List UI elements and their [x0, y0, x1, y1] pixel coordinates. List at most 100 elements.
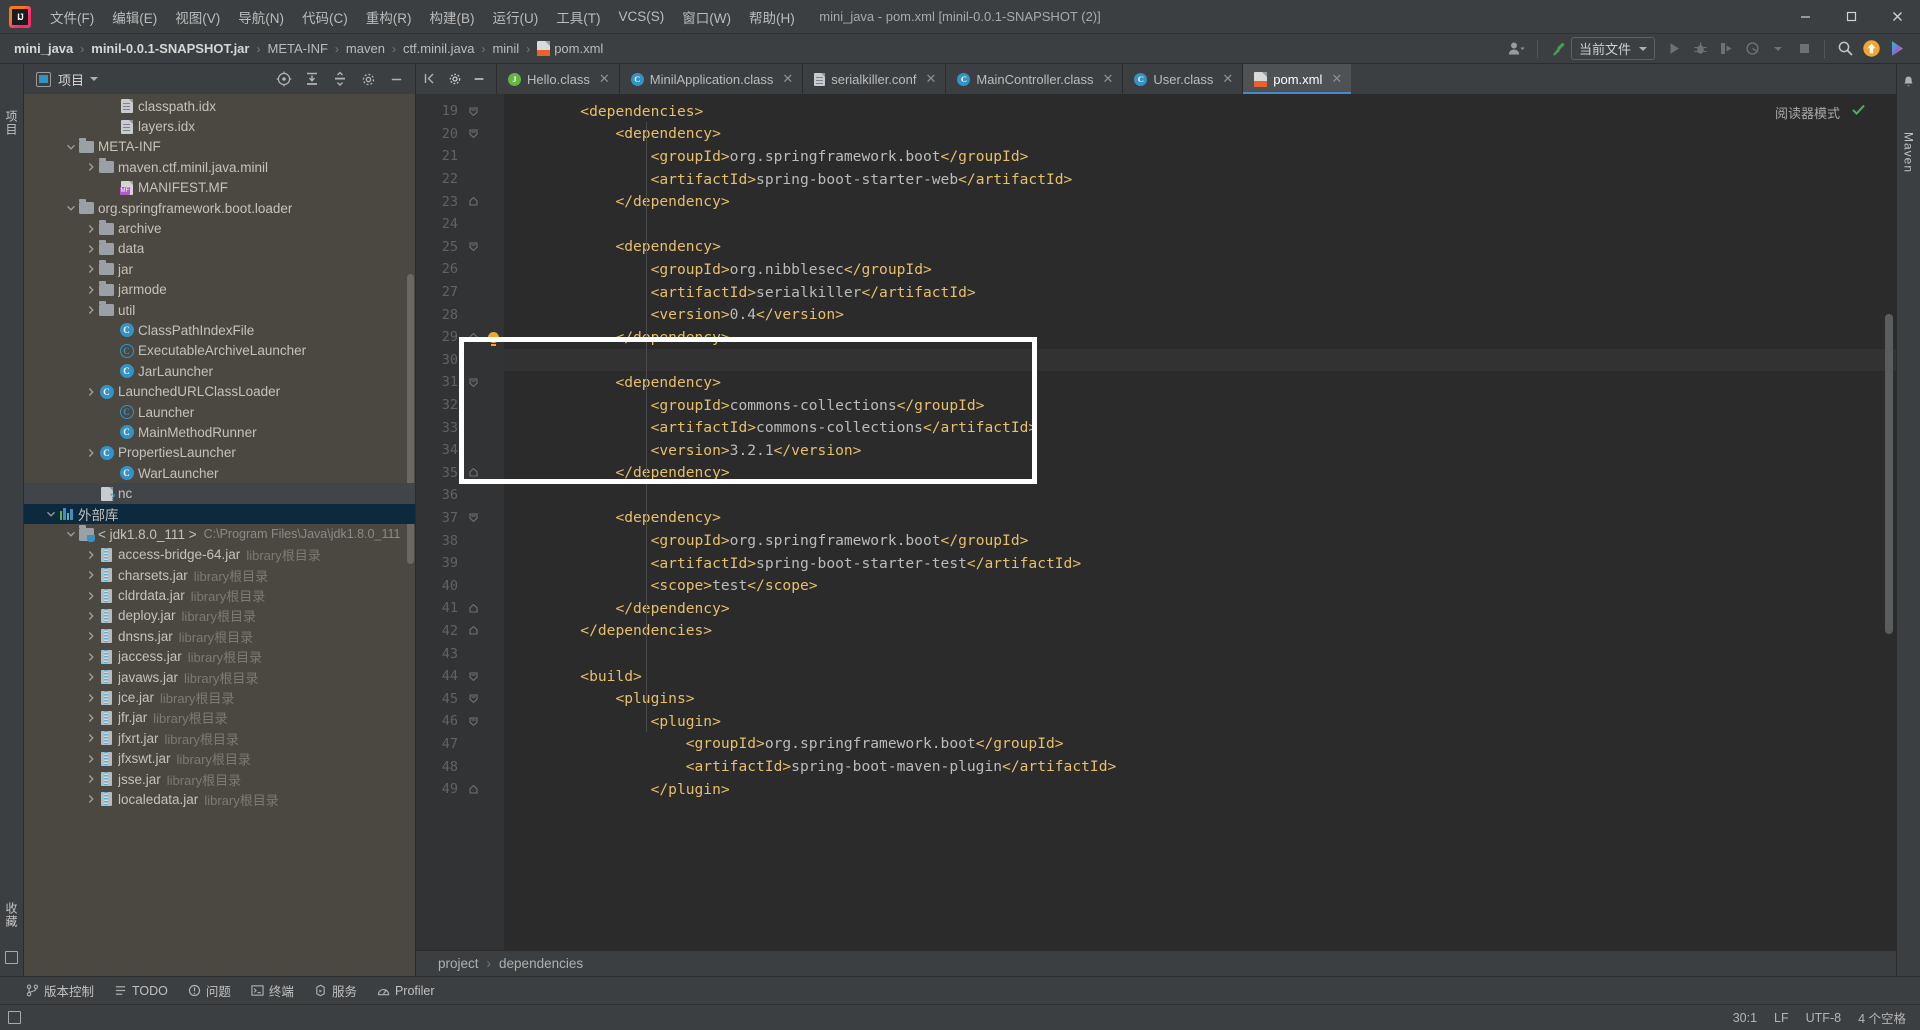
- close-button[interactable]: [1874, 0, 1920, 34]
- project-scope-chevron-icon[interactable]: [84, 67, 104, 91]
- tree-item[interactable]: C ClassPathIndexFile: [24, 320, 415, 340]
- tree-item[interactable]: C WarLauncher: [24, 463, 415, 483]
- chevron-right-icon[interactable]: [84, 652, 98, 662]
- run-button[interactable]: [1661, 37, 1687, 61]
- debug-button[interactable]: [1687, 37, 1713, 61]
- chevron-down-icon[interactable]: [64, 529, 78, 539]
- code-fold-icon[interactable]: [462, 603, 484, 614]
- breadcrumb-item-1[interactable]: minil-0.0.1-SNAPSHOT.jar: [91, 41, 249, 56]
- editor-viewport[interactable]: 19 20 21 22 23 24 25 26 27 28 29 30 31 32 33 34 35 36 37 38…: [416, 94, 1896, 950]
- code-line[interactable]: [504, 213, 1896, 236]
- code-line[interactable]: <artifactId> serialkiller </artifactId>: [504, 281, 1896, 304]
- code-line[interactable]: </plugin>: [504, 778, 1896, 801]
- chevron-right-icon[interactable]: [84, 305, 98, 315]
- tree-item[interactable]: < jdk1.8.0_111 > C:\Program Files\Java\jd…: [24, 524, 415, 544]
- editor-gutter[interactable]: 19 20 21 22 23 24 25 26 27 28 29 30 31 32 33 34 35 36 37 38…: [416, 94, 504, 950]
- editor-tab-pom-xml[interactable]: pom.xml ✕: [1242, 64, 1352, 94]
- code-line[interactable]: <plugins>: [504, 687, 1896, 710]
- editor-breadcrumb-item[interactable]: dependencies: [499, 956, 583, 971]
- file-encoding[interactable]: UTF-8: [1806, 1011, 1841, 1025]
- code-line[interactable]: [504, 348, 1896, 372]
- tree-item[interactable]: jaccess.jar library根目录: [24, 647, 415, 667]
- editor-tab-user-class[interactable]: C User.class ✕: [1122, 64, 1243, 94]
- code-line[interactable]: [504, 484, 1896, 507]
- ai-assistant-icon[interactable]: [1884, 37, 1910, 61]
- breadcrumb-item-3[interactable]: maven: [346, 41, 385, 56]
- run-with-coverage-button[interactable]: [1713, 37, 1739, 61]
- breadcrumb-item-6[interactable]: pom.xml: [537, 41, 603, 56]
- chevron-right-icon[interactable]: [84, 387, 98, 397]
- tree-item[interactable]: deploy.jar library根目录: [24, 606, 415, 626]
- expand-all-icon[interactable]: [299, 67, 325, 91]
- code-line[interactable]: <artifactId> spring-boot-starter-test </ar…: [504, 552, 1896, 575]
- code-line[interactable]: <artifactId> commons-collections </artifac…: [504, 416, 1896, 439]
- chevron-right-icon[interactable]: [84, 693, 98, 703]
- code-line[interactable]: <groupId> org.springframework.boot </group…: [504, 733, 1896, 756]
- reader-mode-label[interactable]: 阅读器模式: [1775, 103, 1840, 122]
- select-opened-file-icon[interactable]: [271, 67, 297, 91]
- code-line[interactable]: <dependency>: [504, 123, 1896, 146]
- menu-file[interactable]: 文件(F): [41, 3, 103, 31]
- line-separator[interactable]: LF: [1774, 1011, 1789, 1025]
- chevron-right-icon[interactable]: [84, 570, 98, 580]
- tree-item[interactable]: localedata.jar library根目录: [24, 789, 415, 809]
- tree-item[interactable]: charsets.jar library根目录: [24, 565, 415, 585]
- tree-item[interactable]: C PropertiesLauncher: [24, 443, 415, 463]
- tree-item[interactable]: MF MANIFEST.MF: [24, 178, 415, 198]
- code-line[interactable]: <groupId> org.springframework.boot </group…: [504, 529, 1896, 552]
- tree-item[interactable]: jfr.jar library根目录: [24, 708, 415, 728]
- editor-settings-gear-icon[interactable]: [446, 67, 464, 91]
- tree-item[interactable]: META-INF: [24, 137, 415, 157]
- menu-navigate[interactable]: 导航(N): [229, 3, 293, 31]
- breadcrumb-item-5[interactable]: minil: [492, 41, 519, 56]
- code-line[interactable]: <dependency>: [504, 507, 1896, 530]
- code-line[interactable]: [504, 642, 1896, 665]
- notifications-bell-icon[interactable]: [1896, 70, 1920, 94]
- tree-item[interactable]: C Launcher: [24, 402, 415, 422]
- chevron-down-icon[interactable]: [44, 509, 58, 519]
- run-configuration-selector[interactable]: 当前文件: [1570, 37, 1655, 60]
- code-fold-icon[interactable]: [462, 716, 484, 727]
- inspection-status-icon[interactable]: [1851, 102, 1866, 122]
- tool-window-[interactable]: 版本控制: [26, 981, 94, 1000]
- menu-vcs[interactable]: VCS(S): [610, 5, 674, 28]
- menu-build[interactable]: 构建(B): [421, 3, 484, 31]
- code-fold-icon[interactable]: [462, 128, 484, 139]
- code-line[interactable]: </dependency>: [504, 597, 1896, 620]
- rail-layout-icon[interactable]: [5, 951, 18, 964]
- search-icon[interactable]: [1832, 37, 1858, 61]
- code-fold-icon[interactable]: [462, 512, 484, 523]
- editor-tab-maincontroller-class[interactable]: C MainController.class ✕: [945, 64, 1123, 94]
- tree-item[interactable]: layers.idx: [24, 116, 415, 136]
- tool-window-[interactable]: 服务: [314, 981, 357, 1000]
- tree-item[interactable]: cldrdata.jar library根目录: [24, 585, 415, 605]
- hide-panel-icon[interactable]: [383, 67, 409, 91]
- tool-window-todo[interactable]: TODO: [114, 984, 168, 998]
- menu-edit[interactable]: 编辑(E): [103, 3, 166, 31]
- code-line[interactable]: <artifactId> spring-boot-starter-web </art…: [504, 168, 1896, 191]
- code-line[interactable]: <groupId> commons-collections </groupId>: [504, 394, 1896, 417]
- chevron-right-icon[interactable]: [84, 774, 98, 784]
- tree-item[interactable]: jar: [24, 259, 415, 279]
- tree-item[interactable]: C JarLauncher: [24, 361, 415, 381]
- code-line[interactable]: <plugin>: [504, 710, 1896, 733]
- code-fold-icon[interactable]: [462, 196, 484, 207]
- chevron-right-icon[interactable]: [84, 611, 98, 621]
- chevron-right-icon[interactable]: [84, 733, 98, 743]
- chevron-right-icon[interactable]: [84, 448, 98, 458]
- tree-item[interactable]: dnsns.jar library根目录: [24, 626, 415, 646]
- tree-item[interactable]: C MainMethodRunner: [24, 422, 415, 442]
- tree-item[interactable]: access-bridge-64.jar library根目录: [24, 545, 415, 565]
- stop-button[interactable]: [1791, 37, 1817, 61]
- tree-item[interactable]: jsse.jar library根目录: [24, 769, 415, 789]
- menu-view[interactable]: 视图(V): [166, 3, 229, 31]
- breadcrumb-item-2[interactable]: META-INF: [267, 41, 327, 56]
- code-fold-icon[interactable]: [462, 693, 484, 704]
- tree-item[interactable]: jce.jar library根目录: [24, 687, 415, 707]
- chevron-right-icon[interactable]: [84, 285, 98, 295]
- editor-tab-serialkiller-conf[interactable]: serialkiller.conf ✕: [802, 64, 946, 94]
- close-icon[interactable]: ✕: [1102, 71, 1113, 87]
- tool-window-[interactable]: 问题: [188, 981, 231, 1000]
- code-line[interactable]: </dependency>: [504, 462, 1896, 485]
- code-content[interactable]: <dependencies> <dependency> <groupId> org…: [504, 94, 1896, 950]
